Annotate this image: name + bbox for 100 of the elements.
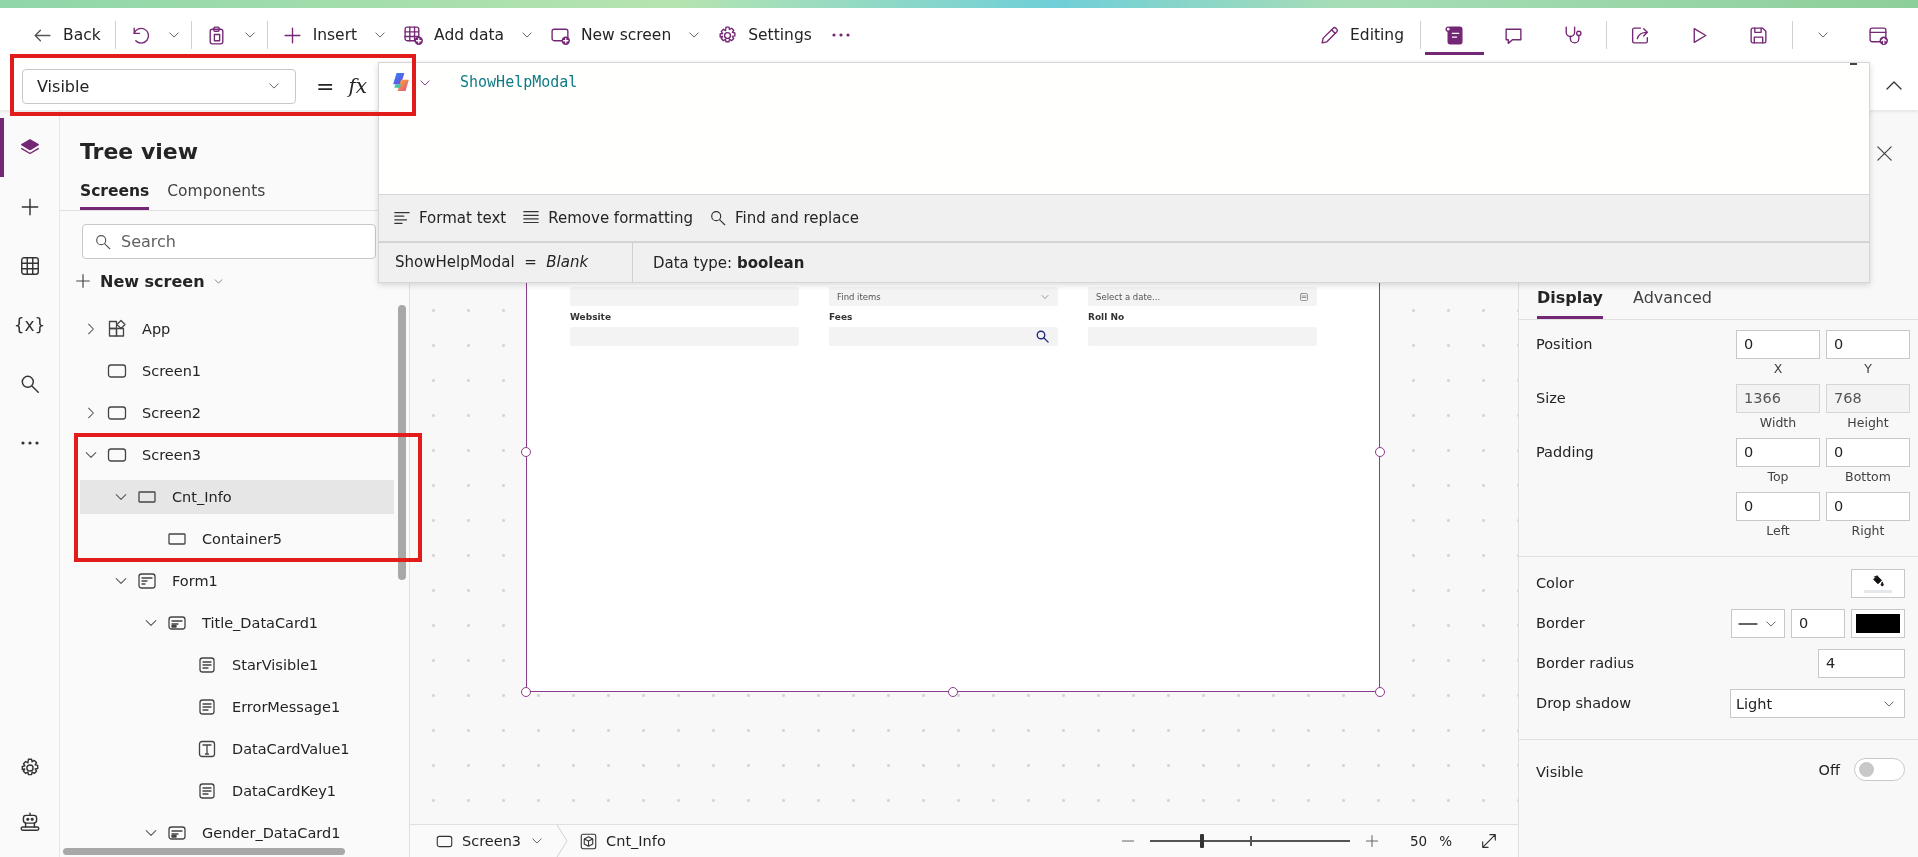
card-icon — [167, 613, 187, 633]
save-icon — [1748, 24, 1769, 46]
input-field[interactable]: 0 — [1826, 330, 1910, 359]
field-caption: Height — [1847, 414, 1889, 432]
breadcrumb-item[interactable]: Cnt_Info — [574, 826, 672, 856]
scrollbar[interactable] — [1850, 63, 1857, 65]
property-label: Padding — [1536, 443, 1594, 462]
zoom-in-icon[interactable] — [1364, 833, 1380, 849]
formula-editor[interactable]: ShowHelpModal — [378, 62, 1870, 195]
property-dropdown[interactable]: Visible — [22, 68, 296, 104]
property-label: Size — [1536, 389, 1566, 408]
tab[interactable]: Advanced — [1632, 288, 1712, 319]
input-field[interactable]: 0 — [1826, 438, 1910, 467]
field-caption: Y — [1864, 360, 1872, 378]
tab[interactable]: Screens — [80, 176, 150, 210]
dropdown[interactable]: Find items — [829, 287, 1058, 306]
plus-icon — [74, 272, 92, 290]
tree-item[interactable]: Container5 — [80, 522, 394, 556]
toolbar-button[interactable]: Add data — [393, 17, 514, 53]
logo-icon — [392, 73, 410, 91]
cube-icon — [580, 832, 598, 850]
search-icon — [1035, 329, 1050, 344]
resize-handle[interactable] — [1375, 687, 1385, 697]
tree-item[interactable]: Gender_DataCard1 — [80, 816, 394, 850]
apps-icon — [107, 319, 127, 339]
property-label: Visible — [1536, 763, 1584, 782]
plus-icon — [281, 24, 303, 46]
resize-handle[interactable] — [521, 447, 531, 457]
tree-item[interactable]: DataCardKey1 — [80, 774, 394, 808]
more-icon — [20, 440, 39, 445]
tab[interactable]: Components — [167, 176, 266, 210]
toolbar-button[interactable]: Format text — [385, 201, 515, 235]
field-caption: X — [1773, 360, 1783, 378]
variables-button[interactable]: {x} — [0, 295, 59, 354]
property-label: Border radius — [1536, 654, 1635, 673]
field-label: Website — [570, 312, 612, 323]
notes-icon — [1444, 24, 1465, 46]
breadcrumb-item[interactable]: Screen3 — [430, 826, 551, 856]
formula-text: ShowHelpModal — [460, 73, 578, 91]
resize-handle[interactable] — [1375, 447, 1385, 457]
toolbar-button[interactable]: Editing — [1319, 15, 1416, 55]
date-picker[interactable]: Select a date... — [1088, 287, 1317, 306]
tree-item[interactable]: StarVisible1 — [80, 648, 394, 682]
input-field[interactable]: 0 — [1736, 492, 1820, 521]
equals-sign: = — [316, 73, 335, 99]
toolbar-button[interactable]: Settings — [707, 17, 822, 53]
tree-item[interactable]: Screen3 — [80, 438, 394, 472]
new-screen-button[interactable]: New screen — [68, 269, 230, 293]
tree-item[interactable]: Title_DataCard1 — [80, 606, 394, 640]
screen-icon — [107, 361, 127, 381]
color-picker-button[interactable] — [1851, 609, 1905, 638]
formula-result: ShowHelpModal = Blank — [379, 243, 633, 282]
tree-item[interactable]: Screen1 — [80, 354, 394, 388]
input-field[interactable]: 0 — [1791, 609, 1845, 638]
field-caption: Top — [1767, 468, 1789, 486]
table-icon — [18, 254, 41, 277]
input-field[interactable]: 0 — [1826, 492, 1910, 521]
tab[interactable]: Display — [1537, 288, 1603, 319]
search-field[interactable]: Search — [82, 224, 376, 259]
search-icon — [709, 209, 727, 227]
paint-bucket-icon — [1871, 574, 1885, 588]
expand-icon[interactable] — [1480, 832, 1498, 850]
toolbar-button[interactable]: Back — [22, 17, 111, 53]
tree-item[interactable]: Form1 — [80, 564, 394, 598]
resize-handle[interactable] — [521, 687, 531, 697]
text-input-icon — [197, 739, 217, 759]
tree-item[interactable]: ErrorMessage1 — [80, 690, 394, 724]
breadcrumb-separator — [556, 825, 569, 857]
field-label: Roll No — [1088, 312, 1126, 323]
zoom-value: 50 — [1410, 833, 1428, 849]
zoom-unit: % — [1439, 833, 1452, 849]
close-icon[interactable] — [1875, 144, 1894, 163]
field-caption: Right — [1851, 522, 1885, 540]
toolbar-button[interactable]: New screen — [539, 17, 682, 53]
search-field[interactable] — [829, 327, 1058, 346]
property-label: Border — [1536, 614, 1585, 633]
more-icon — [831, 33, 850, 37]
format-text-icon — [393, 209, 411, 227]
tree-item[interactable]: App — [80, 312, 394, 346]
border-style-dropdown[interactable] — [1731, 609, 1785, 638]
resize-handle[interactable] — [948, 687, 958, 697]
property-label: Color — [1536, 574, 1574, 593]
publish-icon — [1868, 24, 1889, 46]
toggle-switch[interactable] — [1854, 758, 1905, 781]
slider-thumb[interactable] — [1200, 834, 1204, 848]
toolbar-button[interactable]: Insert — [271, 17, 368, 53]
tree-item[interactable]: Cnt_Info — [80, 480, 394, 514]
dropdown[interactable]: Light — [1730, 689, 1905, 718]
scrollbar[interactable] — [398, 305, 406, 580]
table-plus-icon — [403, 24, 425, 46]
input-field[interactable]: 0 — [1736, 438, 1820, 467]
bot-icon — [18, 811, 41, 833]
screen-icon — [107, 445, 127, 465]
input-field[interactable]: 4 — [1818, 649, 1905, 678]
scrollbar[interactable] — [63, 848, 345, 855]
color-picker-button[interactable] — [1851, 569, 1905, 598]
card-icon — [167, 823, 187, 843]
tree-item[interactable]: DataCardValue1 — [80, 732, 394, 766]
input-field[interactable]: 0 — [1736, 330, 1820, 359]
tree-item[interactable]: Screen2 — [80, 396, 394, 430]
